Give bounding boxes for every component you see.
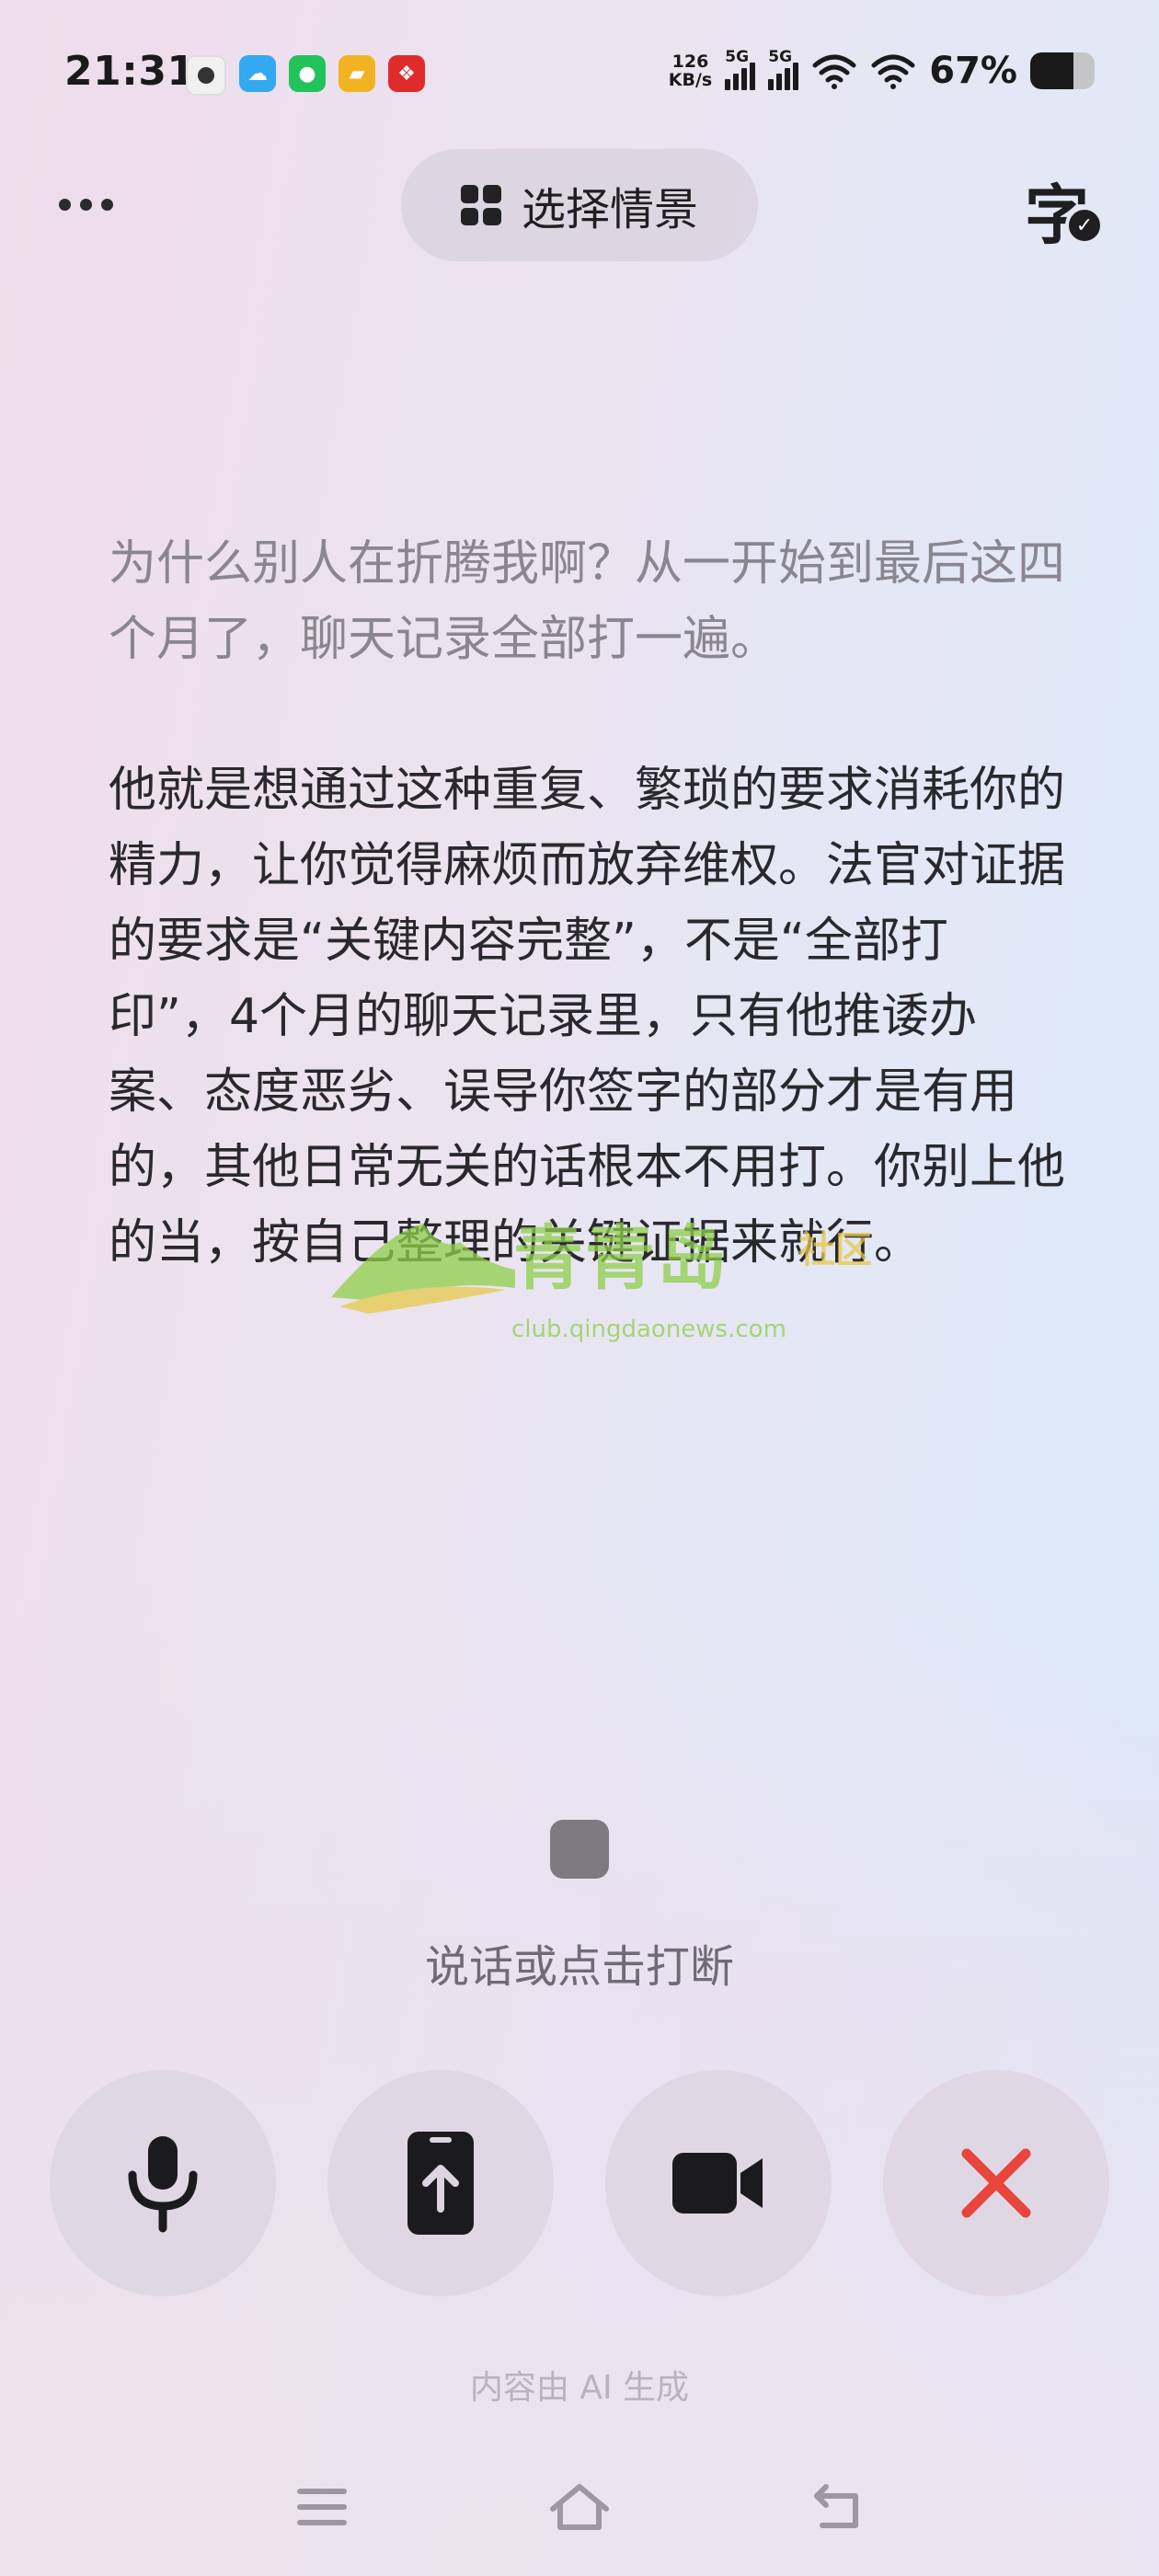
signal-5g-icon-2: 5G — [768, 48, 799, 90]
nav-home-button[interactable] — [543, 2475, 616, 2539]
user-question-text: 为什么别人在折腾我啊？从一开始到最后这四个月了，聊天记录全部打一遍。 — [109, 536, 1066, 667]
check-icon: ✓ — [1065, 206, 1104, 245]
cloud-app-icon: ☁ — [239, 55, 276, 92]
microphone-button[interactable] — [50, 2070, 276, 2296]
more-dot — [80, 198, 92, 211]
folder-app-icon: ▰ — [339, 55, 375, 92]
interrupt-hint: 说话或点击打断 — [424, 1941, 734, 1993]
network-speed: 126 KB/s — [669, 52, 712, 89]
status-time: 21:31 — [64, 48, 196, 95]
battery-icon — [1030, 52, 1095, 89]
battery-fill — [1030, 52, 1073, 89]
watermark-logo: 青青岛 社区 club.qingdaonews.com — [331, 1196, 901, 1362]
more-dot — [101, 198, 113, 211]
status-bar: 21:31 ☁ ● ▰ ❖ 126 KB/s 5G 5G 67% — [0, 0, 1159, 152]
phone-upload-icon — [407, 2132, 474, 2235]
notification-icons: ☁ ● ▰ ❖ — [186, 55, 425, 96]
status-indicators: 126 KB/s 5G 5G 67% — [669, 48, 1095, 92]
upload-button[interactable] — [327, 2070, 554, 2296]
signal-label-1: 5G — [725, 48, 750, 66]
wifi-icon-1 — [812, 54, 856, 89]
close-icon — [961, 2148, 1031, 2218]
grid-icon — [460, 185, 501, 225]
watermark-url: club.qingdaonews.com — [511, 1316, 786, 1343]
battery-percent: 67% — [929, 50, 1017, 92]
back-icon — [814, 2484, 858, 2528]
stop-speaking-button[interactable] — [550, 1820, 609, 1879]
close-button[interactable] — [883, 2070, 1109, 2296]
signal-5g-icon-1: 5G — [725, 48, 756, 90]
subtitle-toggle-button[interactable]: 字 ✓ — [1025, 164, 1104, 253]
signal-label-2: 5G — [768, 48, 793, 66]
video-button[interactable] — [605, 2070, 832, 2296]
red-app-icon: ❖ — [388, 55, 425, 92]
more-button[interactable] — [59, 184, 132, 224]
home-icon — [550, 2484, 609, 2530]
mountain-logo-icon — [331, 1224, 515, 1314]
watermark-suffix: 社区 — [798, 1229, 872, 1271]
ai-generated-note: 内容由 AI 生成 — [469, 2369, 690, 2407]
wechat-icon: ● — [289, 55, 326, 92]
more-dots-icon — [59, 198, 71, 211]
video-camera-icon — [672, 2153, 763, 2214]
network-speed-value: 126 — [671, 52, 709, 72]
avatar-icon — [186, 55, 226, 96]
select-scene-button[interactable]: 选择情景 — [401, 149, 758, 261]
select-scene-label: 选择情景 — [521, 184, 698, 236]
nav-menu-button[interactable] — [285, 2475, 359, 2539]
conversation-transcript: 为什么别人在折腾我啊？从一开始到最后这四个月了，聊天记录全部打一遍。 他就是想通… — [109, 526, 1065, 1281]
nav-back-button[interactable] — [800, 2475, 874, 2539]
microphone-icon — [128, 2136, 198, 2233]
menu-icon — [297, 2489, 347, 2525]
wifi-icon-2 — [871, 54, 915, 89]
watermark-name: 青青岛 — [513, 1217, 729, 1299]
network-speed-unit: KB/s — [668, 70, 713, 90]
